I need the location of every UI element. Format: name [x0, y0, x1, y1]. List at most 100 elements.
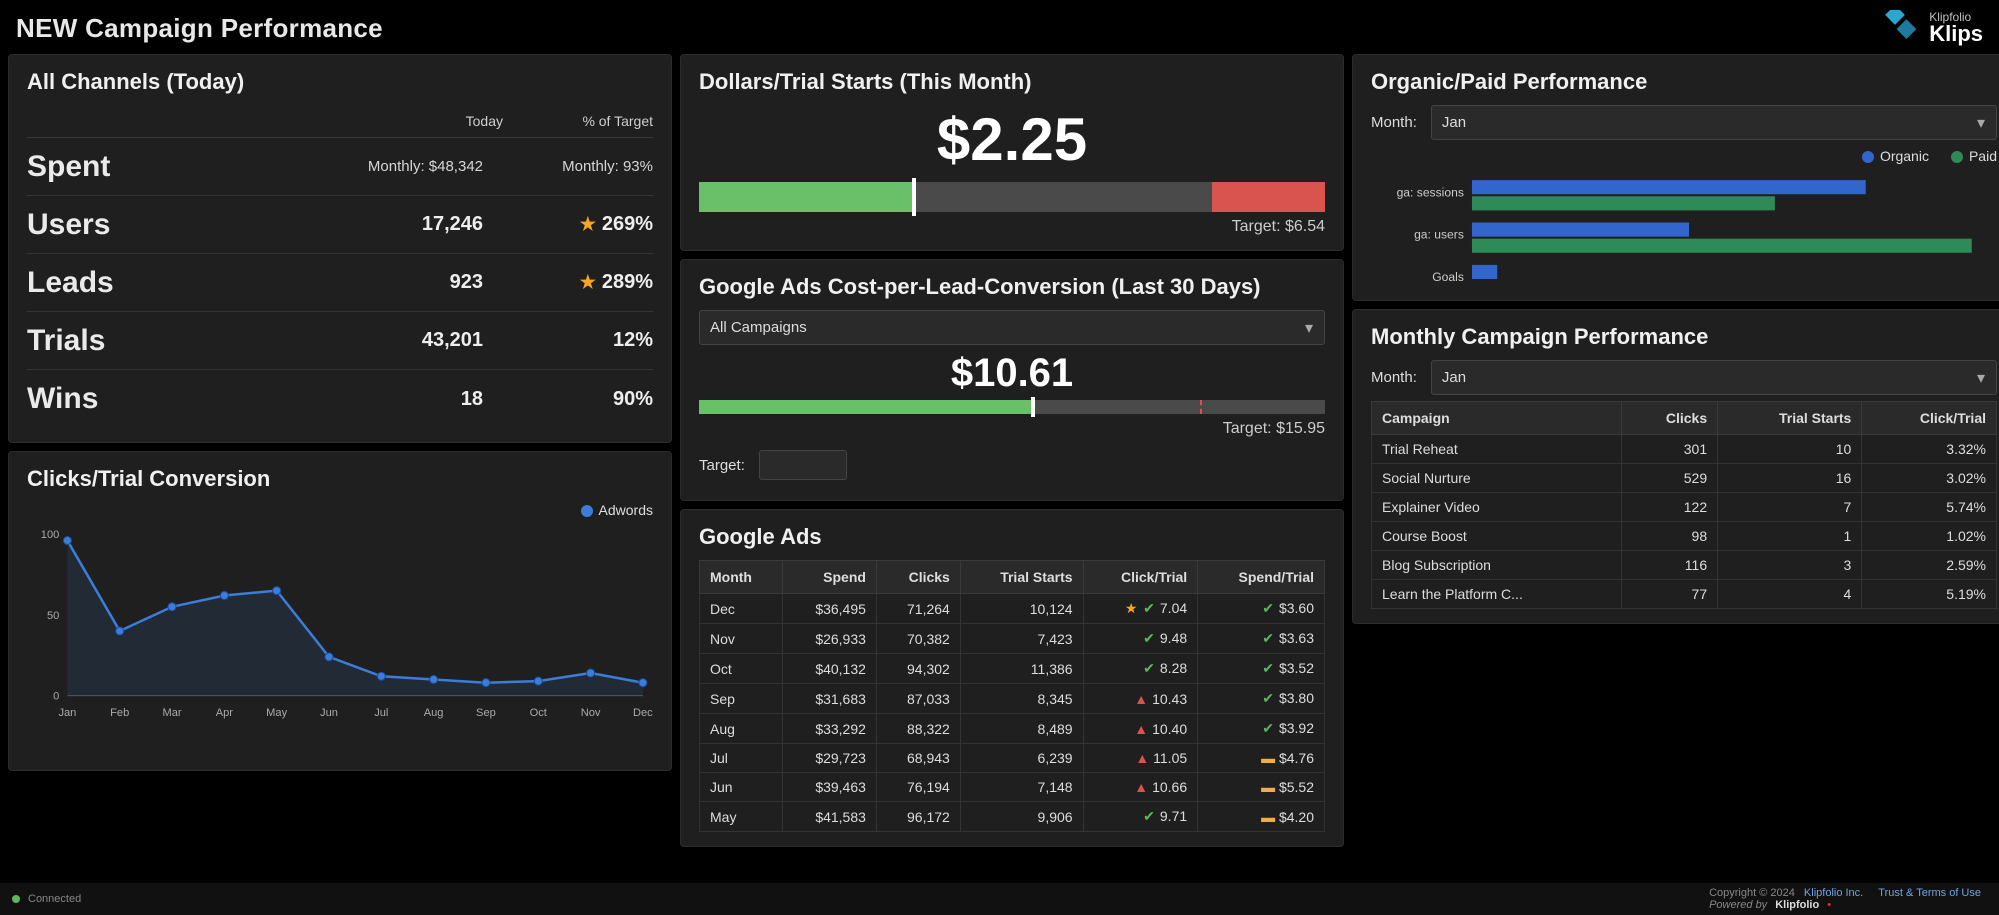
table-row: Social Nurture529163.02% [1372, 464, 1997, 493]
brand-big: Klips [1929, 23, 1983, 45]
target-input[interactable] [759, 450, 847, 480]
svg-text:Jan: Jan [58, 707, 76, 719]
table-header: Clicks [1621, 402, 1717, 435]
table-header: Month [700, 561, 783, 594]
metric-name: Leads [27, 266, 283, 300]
google-cpl-panel: Google Ads Cost-per-Lead-Conversion (Las… [680, 259, 1344, 501]
table-header: Click/Trial [1083, 561, 1198, 594]
svg-text:Oct: Oct [530, 707, 547, 719]
powered-brand: Klipfolio [1775, 899, 1819, 911]
svg-text:ga: users: ga: users [1414, 228, 1464, 242]
warning-icon: ▲ [1135, 750, 1149, 766]
month-label: Month: [1371, 369, 1417, 386]
paid-dot-icon [1951, 151, 1963, 163]
checkmark-icon: ✔ [1142, 600, 1156, 617]
svg-text:ga: sessions: ga: sessions [1397, 185, 1464, 199]
metric-name: Wins [27, 382, 283, 416]
svg-text:Apr: Apr [216, 707, 234, 719]
metric-today: 18 [283, 388, 483, 411]
metric-name: Spent [27, 150, 283, 184]
cpl-value: $10.61 [699, 351, 1325, 396]
organic-dot-icon [1862, 151, 1874, 163]
clicks-trial-panel: Clicks/Trial Conversion Adwords 050100Ja… [8, 451, 672, 771]
metric-today: Monthly: $48,342 [283, 158, 483, 175]
checkmark-icon: ✔ [1261, 720, 1275, 737]
monthly-perf-panel: Monthly Campaign Performance Month: Jan … [1352, 309, 1999, 624]
mp-month-select[interactable]: Jan [1431, 360, 1997, 395]
metric-row: Wins1890% [27, 370, 653, 428]
table-header: Spend [782, 561, 876, 594]
metric-target: Monthly: 93% [483, 158, 653, 175]
panel-title: Google Ads Cost-per-Lead-Conversion (Las… [699, 274, 1325, 300]
clicks-trial-line-chart: 050100JanFebMarAprMayJunJulAugSepOctNovD… [27, 524, 653, 726]
organic-paid-bar-chart: ga: sessions ga: users Goals [1371, 170, 1997, 281]
svg-text:50: 50 [47, 610, 59, 622]
adwords-dot-icon [581, 505, 593, 517]
checkmark-icon: ✔ [1261, 690, 1275, 707]
svg-text:0: 0 [53, 691, 59, 703]
table-row: Nov$26,93370,3827,423✔ 9.48✔ $3.63 [700, 624, 1325, 654]
connected-label: Connected [28, 893, 81, 905]
table-row: Jun$39,46376,1947,148▲ 10.66▬ $5.52 [700, 773, 1325, 802]
metric-name: Users [27, 208, 283, 242]
cpl-bar [699, 400, 1325, 414]
checkmark-icon: ✔ [1261, 600, 1275, 617]
dash-icon: ▬ [1261, 809, 1275, 825]
klipfolio-icon [1883, 10, 1919, 46]
organic-paid-panel: Organic/Paid Performance Month: Jan Orga… [1352, 54, 1999, 301]
checkmark-icon: ✔ [1261, 660, 1275, 677]
table-row: Jul$29,72368,9436,239▲ 11.05▬ $4.76 [700, 744, 1325, 773]
legend-paid: Paid [1969, 148, 1997, 164]
checkmark-icon: ✔ [1261, 630, 1275, 647]
metric-target: ★289% [483, 271, 653, 294]
connected-dot-icon [12, 895, 20, 903]
table-row: Trial Reheat301103.32% [1372, 435, 1997, 464]
svg-text:Nov: Nov [581, 707, 601, 719]
dash-icon: ▬ [1261, 750, 1275, 766]
checkmark-icon: ✔ [1142, 660, 1156, 677]
dash-icon: ▬ [1261, 779, 1275, 795]
brand-logo: KlipfolioKlips [1883, 10, 1983, 46]
company-link[interactable]: Klipfolio Inc. [1804, 887, 1863, 899]
metric-today: 17,246 [283, 213, 483, 236]
table-row: Dec$36,49571,26410,124★ ✔ 7.04✔ $3.60 [700, 594, 1325, 624]
legend-adwords: Adwords [599, 502, 653, 518]
svg-text:Dec: Dec [633, 707, 653, 719]
target-input-label: Target: [699, 457, 745, 474]
copyright: Copyright © 2024 [1709, 887, 1798, 899]
svg-text:Aug: Aug [424, 707, 444, 719]
metric-row: SpentMonthly: $48,342Monthly: 93% [27, 138, 653, 196]
table-header: Campaign [1372, 402, 1622, 435]
metric-target: ★269% [483, 213, 653, 236]
month-label: Month: [1371, 114, 1417, 131]
op-month-select[interactable]: Jan [1431, 105, 1997, 140]
table-header: Trial Starts [960, 561, 1083, 594]
dollars-trial-target: Target: $6.54 [699, 218, 1325, 236]
table-row: Sep$31,68387,0338,345▲ 10.43✔ $3.80 [700, 684, 1325, 714]
col-today: Today [273, 113, 533, 129]
star-icon: ★ [580, 272, 596, 293]
metric-name: Trials [27, 324, 283, 358]
terms-link[interactable]: Trust & Terms of Use [1878, 887, 1981, 899]
svg-text:Goals: Goals [1432, 270, 1464, 281]
legend-organic: Organic [1880, 148, 1929, 164]
campaign-select[interactable]: All Campaigns [699, 310, 1325, 345]
all-channels-panel: All Channels (Today) Today % of Target S… [8, 54, 672, 443]
table-header: Clicks [876, 561, 960, 594]
monthly-perf-table: CampaignClicksTrial StartsClick/TrialTri… [1371, 401, 1997, 609]
svg-text:Sep: Sep [476, 707, 496, 719]
warning-icon: ▲ [1134, 691, 1148, 707]
checkmark-icon: ✔ [1142, 808, 1156, 825]
panel-title: Monthly Campaign Performance [1371, 324, 1997, 350]
svg-text:Jul: Jul [374, 707, 388, 719]
metric-today: 923 [283, 271, 483, 294]
cpl-target-label: Target: $15.95 [699, 420, 1325, 438]
svg-text:Mar: Mar [162, 707, 181, 719]
panel-title: Clicks/Trial Conversion [27, 466, 653, 492]
table-header: Spend/Trial [1198, 561, 1325, 594]
metric-row: Users17,246★269% [27, 196, 653, 254]
metric-today: 43,201 [283, 329, 483, 352]
star-icon: ★ [580, 214, 596, 235]
page-title: NEW Campaign Performance [16, 13, 383, 44]
dollars-trial-value: $2.25 [699, 105, 1325, 174]
